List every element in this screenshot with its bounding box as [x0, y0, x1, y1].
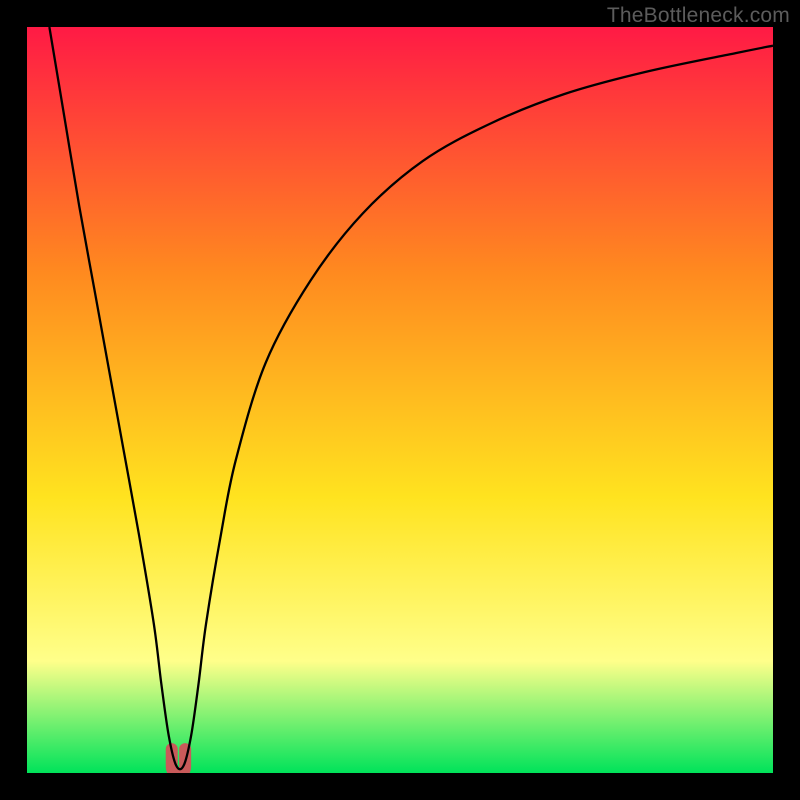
chart-svg: [27, 27, 773, 773]
chart-frame: [27, 27, 773, 773]
gradient-background: [27, 27, 773, 773]
watermark-text: TheBottleneck.com: [607, 4, 790, 28]
